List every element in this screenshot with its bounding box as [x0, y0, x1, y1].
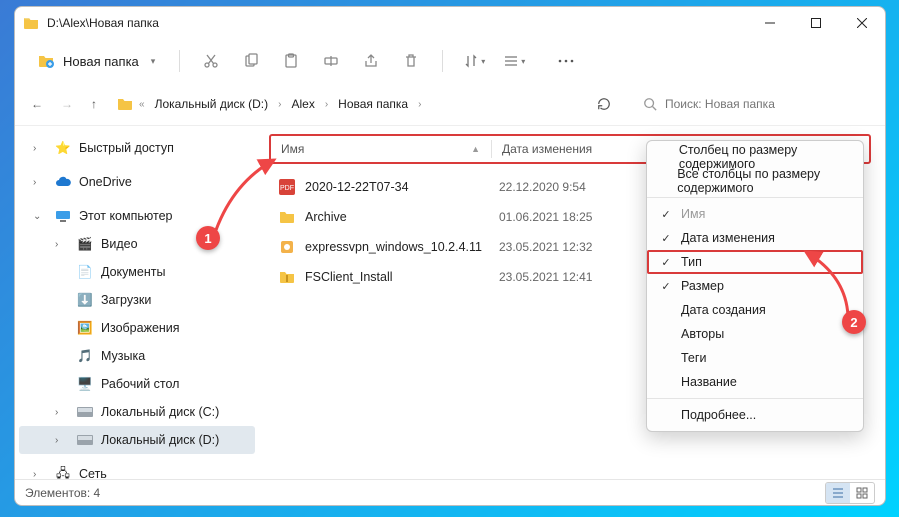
view-icon[interactable]: ▾	[497, 44, 531, 78]
minimize-button[interactable]	[747, 7, 793, 39]
rename-icon[interactable]	[314, 44, 348, 78]
ctx-name[interactable]: ✓Имя	[647, 202, 863, 226]
ctx-modified[interactable]: ✓Дата изменения	[647, 226, 863, 250]
annotation-2: 2	[842, 310, 866, 334]
check-icon: ✓	[657, 280, 675, 293]
chevron-down-icon: ▾	[151, 56, 156, 67]
ctx-title[interactable]: Название	[647, 370, 863, 394]
window-title: D:\Alex\Новая папка	[47, 16, 159, 30]
folder-icon	[277, 207, 297, 227]
ctx-type[interactable]: ✓Тип	[647, 250, 863, 274]
delete-icon[interactable]	[394, 44, 428, 78]
search-input[interactable]	[665, 97, 859, 111]
video-icon: 🎬	[77, 236, 93, 252]
sort-asc-icon: ▲	[471, 144, 480, 154]
new-folder-label: Новая папка	[63, 54, 139, 69]
back-button[interactable]: ←	[31, 97, 43, 111]
nav-this-pc[interactable]: ⌄Этот компьютер	[19, 202, 255, 230]
nav-pane: ›⭐Быстрый доступ ›OneDrive ⌄Этот компьют…	[15, 126, 259, 479]
svg-text:PDF: PDF	[280, 185, 294, 192]
crumb-alex[interactable]: Alex	[287, 94, 318, 114]
view-details-button[interactable]	[826, 483, 850, 503]
crumb-disk[interactable]: Локальный диск (D:)	[151, 94, 273, 114]
pictures-icon: 🖼️	[77, 320, 93, 336]
pdf-icon: PDF	[277, 177, 297, 197]
status-bar: Элементов: 4	[15, 479, 885, 505]
annotation-1: 1	[196, 226, 220, 250]
status-items: Элементов: 4	[25, 486, 100, 500]
address-bar: ← → ↑ « Локальный диск (D:) › Alex › Нов…	[15, 83, 885, 125]
nav-music[interactable]: 🎵Музыка	[19, 342, 255, 370]
nav-downloads[interactable]: ⬇️Загрузки	[19, 286, 255, 314]
nav-disk-d[interactable]: ›Локальный диск (D:)	[19, 426, 255, 454]
column-name[interactable]: Имя▲	[271, 142, 491, 156]
pc-icon	[55, 208, 71, 224]
ctx-size-column[interactable]: Столбец по размеру содержимого	[647, 145, 863, 169]
paste-icon[interactable]	[274, 44, 308, 78]
nav-disk-c[interactable]: ›Локальный диск (C:)	[19, 398, 255, 426]
ctx-created[interactable]: Дата создания	[647, 298, 863, 322]
disk-icon	[77, 404, 93, 420]
nav-quick-access[interactable]: ›⭐Быстрый доступ	[19, 134, 255, 162]
check-icon: ✓	[657, 256, 675, 269]
documents-icon: 📄	[77, 264, 93, 280]
crumb-folder[interactable]: Новая папка	[334, 94, 412, 114]
ctx-tags[interactable]: Теги	[647, 346, 863, 370]
new-folder-icon	[37, 52, 55, 70]
new-folder-button[interactable]: Новая папка ▾	[27, 45, 165, 77]
folder-icon	[117, 96, 133, 112]
downloads-icon: ⬇️	[77, 292, 93, 308]
more-icon[interactable]	[549, 44, 583, 78]
titlebar: D:\Alex\Новая папка	[15, 7, 885, 39]
forward-button[interactable]: →	[61, 97, 73, 111]
exe-icon	[277, 237, 297, 257]
nav-documents[interactable]: 📄Документы	[19, 258, 255, 286]
header-context-menu: Столбец по размеру содержимого Все столб…	[646, 140, 864, 432]
ctx-authors[interactable]: Авторы	[647, 322, 863, 346]
view-icons-button[interactable]	[850, 483, 874, 503]
nav-pictures[interactable]: 🖼️Изображения	[19, 314, 255, 342]
ctx-size-all[interactable]: Все столбцы по размеру содержимого	[647, 169, 863, 193]
nav-onedrive[interactable]: ›OneDrive	[19, 168, 255, 196]
nav-network[interactable]: ›🖧Сеть	[19, 460, 255, 479]
refresh-button[interactable]	[589, 93, 619, 115]
check-icon: ✓	[657, 232, 675, 245]
search-icon	[643, 97, 657, 111]
check-icon: ✓	[657, 208, 675, 221]
ctx-size[interactable]: ✓Размер	[647, 274, 863, 298]
folder-icon	[23, 15, 39, 31]
nav-desktop[interactable]: 🖥️Рабочий стол	[19, 370, 255, 398]
cut-icon[interactable]	[194, 44, 228, 78]
up-button[interactable]: ↑	[91, 97, 97, 111]
column-date[interactable]: Дата изменения	[492, 142, 622, 156]
cloud-icon	[55, 174, 71, 190]
search-box[interactable]	[633, 89, 869, 119]
close-button[interactable]	[839, 7, 885, 39]
sort-icon[interactable]: ▾	[457, 44, 491, 78]
music-icon: 🎵	[77, 348, 93, 364]
ctx-more[interactable]: Подробнее...	[647, 403, 863, 427]
maximize-button[interactable]	[793, 7, 839, 39]
toolbar: Новая папка ▾ ▾ ▾	[15, 39, 885, 83]
desktop-icon: 🖥️	[77, 376, 93, 392]
network-icon: 🖧	[55, 466, 71, 479]
share-icon[interactable]	[354, 44, 388, 78]
copy-icon[interactable]	[234, 44, 268, 78]
star-icon: ⭐	[55, 140, 71, 156]
breadcrumb[interactable]: « Локальный диск (D:) › Alex › Новая пап…	[111, 89, 575, 119]
disk-icon	[77, 432, 93, 448]
zip-folder-icon	[277, 267, 297, 287]
